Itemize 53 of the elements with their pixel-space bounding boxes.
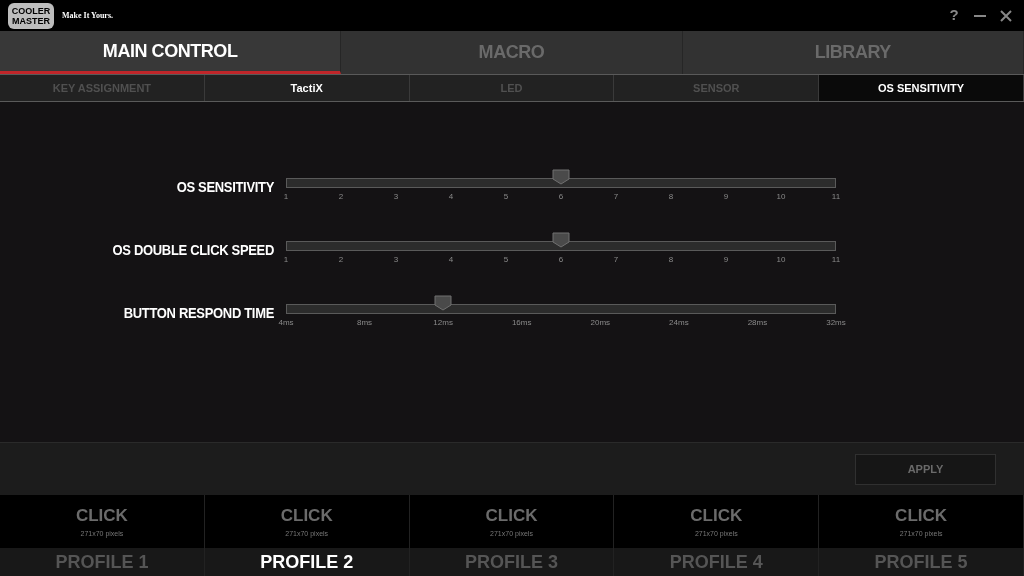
tick-label: 8ms: [357, 317, 373, 329]
tick-label: 10: [776, 254, 786, 266]
tick-label: 7: [613, 254, 619, 266]
tick-label: 6: [558, 191, 564, 203]
tick-label: 20ms: [590, 317, 611, 329]
tick-label: 12ms: [433, 317, 453, 329]
profile-title: CLICK: [280, 506, 333, 524]
tick-label: 5: [503, 254, 509, 266]
slider-label: OS SENSITIVITY: [175, 177, 275, 194]
tick-label: 2: [338, 191, 344, 203]
tagline: Make It Yours.: [62, 9, 114, 22]
tick-label: 7: [613, 191, 619, 203]
tick-label: 28ms: [747, 317, 768, 329]
tick-label: 10: [776, 191, 786, 203]
tick-label: 8: [668, 254, 674, 266]
slider-label: OS DOUBLE CLICK SPEED: [111, 240, 275, 257]
slider-track[interactable]: [286, 304, 836, 314]
tick-label: 11: [831, 191, 841, 203]
tick-label: 16ms: [511, 317, 532, 329]
main-tab[interactable]: MAIN CONTROL: [0, 31, 342, 74]
slider-label: BUTTON RESPOND TIME: [122, 303, 275, 320]
profile-title: CLICK: [690, 506, 743, 524]
profile-title: CLICK: [75, 506, 128, 524]
tick-label: 4ms: [278, 317, 294, 329]
sub-tab[interactable]: TactiX: [204, 75, 410, 101]
tick-label: 8: [668, 191, 674, 203]
apply-button[interactable]: APPLY: [855, 453, 996, 485]
profile-tab[interactable]: PROFILE 2: [204, 548, 409, 576]
tick-label: 11: [831, 254, 841, 266]
tick-label: 4: [448, 191, 454, 203]
slider-track[interactable]: [286, 241, 836, 251]
profile-title: CLICK: [485, 506, 538, 524]
tick-label: 9: [723, 191, 729, 203]
tick-label: 24ms: [669, 317, 689, 329]
tick-label: 32ms: [826, 317, 846, 329]
slider-thumb[interactable]: [552, 232, 570, 248]
tick-label: 4: [448, 254, 454, 266]
tick-label: 5: [503, 191, 509, 203]
tick-label: 9: [723, 254, 729, 266]
help-button[interactable]: ?: [946, 4, 962, 27]
tick-label: 1: [283, 254, 289, 266]
logo: COOLER MASTER: [8, 2, 54, 29]
tick-label: 6: [558, 254, 564, 266]
slider-thumb[interactable]: [552, 169, 570, 185]
tick-label: 3: [393, 191, 399, 203]
sub-tab[interactable]: OS SENSITIVITY: [819, 75, 1024, 101]
tick-label: 3: [393, 254, 399, 266]
profile-title: CLICK: [895, 506, 948, 524]
tick-label: 1: [283, 191, 289, 203]
slider-track[interactable]: [286, 178, 836, 188]
slider-thumb[interactable]: [434, 295, 453, 311]
close-icon[interactable]: [1000, 9, 1012, 22]
tick-label: 2: [338, 254, 344, 266]
